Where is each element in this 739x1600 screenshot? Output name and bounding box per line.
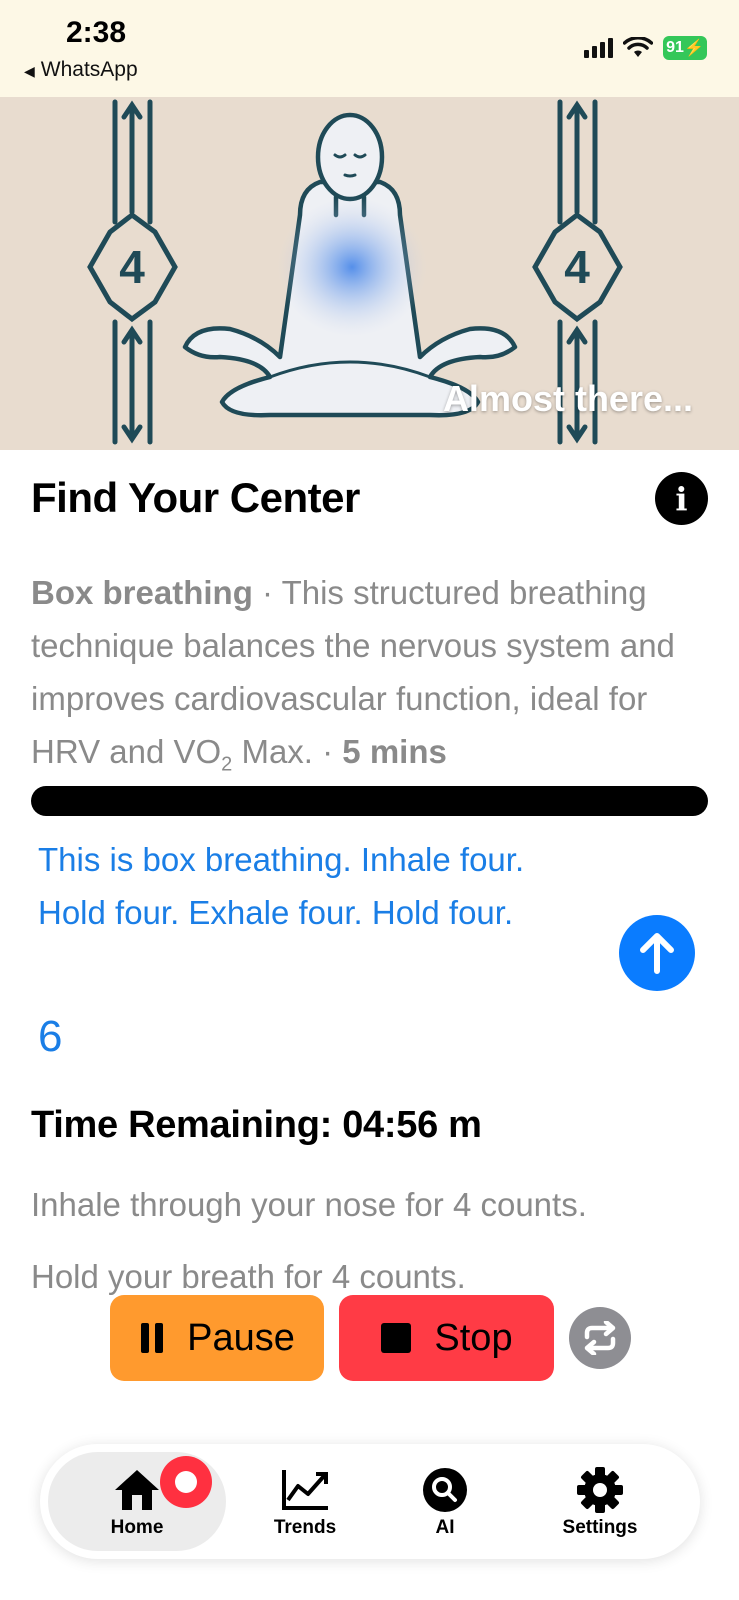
separator: · xyxy=(252,574,282,611)
hero-caption: Almost there... xyxy=(442,378,693,419)
back-app-label: WhatsApp xyxy=(40,58,138,81)
clock: 2:38 xyxy=(66,16,127,49)
tab-settings-label: Settings xyxy=(562,1516,638,1538)
session-progress-bar xyxy=(31,786,708,816)
tab-home-label: Home xyxy=(110,1516,164,1538)
hero-image: 4 4 Almost there... xyxy=(0,97,739,450)
repeat-button[interactable] xyxy=(569,1307,631,1369)
guidance-text: This is box breathing. Inhale four. Hold… xyxy=(38,841,525,931)
page-title: Find Your Center xyxy=(31,474,360,521)
description-end: Max. xyxy=(232,733,313,770)
duration: 5 mins xyxy=(342,733,447,770)
tab-trends[interactable]: Trends xyxy=(240,1444,370,1559)
tab-ai[interactable]: AI xyxy=(400,1444,490,1559)
description-subscript: 2 xyxy=(221,753,233,776)
hold-count-right: 4 xyxy=(564,241,590,293)
technique-name: Box breathing xyxy=(31,574,253,611)
pause-label: Pause xyxy=(187,1316,295,1359)
hold-count-left: 4 xyxy=(119,241,145,293)
time-remaining: Time Remaining: 04:56 m xyxy=(31,1104,482,1146)
instruction-step: Hold your breath for 4 counts. xyxy=(31,1258,466,1295)
wifi-icon xyxy=(623,37,653,57)
recording-indicator[interactable] xyxy=(160,1456,212,1508)
repeat-icon xyxy=(584,1321,616,1355)
status-bar: 2:38 ◀ WhatsApp 91 ⚡ xyxy=(0,0,739,97)
pause-button[interactable]: Pause xyxy=(110,1295,324,1381)
stop-icon xyxy=(380,1322,412,1354)
trends-icon xyxy=(282,1469,328,1510)
tab-bar: Home Trends AI Settings xyxy=(40,1444,700,1559)
home-icon xyxy=(115,1469,159,1510)
info-button[interactable]: i xyxy=(655,472,708,525)
session-header: Find Your Center i xyxy=(31,470,708,526)
pause-icon xyxy=(139,1321,165,1355)
stop-button[interactable]: Stop xyxy=(339,1295,554,1381)
battery-level: 91 xyxy=(666,39,684,56)
instruction-step: Inhale through your nose for 4 counts. xyxy=(31,1186,587,1223)
back-to-app-link[interactable]: ◀ WhatsApp xyxy=(24,58,138,82)
arrow-up-icon xyxy=(640,933,674,974)
gear-icon xyxy=(577,1466,623,1513)
tab-ai-label: AI xyxy=(435,1516,455,1538)
session-description: Box breathing · This structured breathin… xyxy=(31,566,721,792)
send-button[interactable] xyxy=(619,915,695,991)
search-icon xyxy=(423,1467,467,1512)
tab-settings[interactable]: Settings xyxy=(535,1444,665,1559)
back-arrow-icon: ◀ xyxy=(24,63,35,79)
breath-counter: 6 xyxy=(38,1012,63,1061)
tab-trends-label: Trends xyxy=(273,1516,337,1538)
cellular-signal-icon xyxy=(584,38,613,58)
record-icon xyxy=(175,1471,197,1493)
stop-label: Stop xyxy=(434,1316,513,1359)
battery-icon: 91 ⚡ xyxy=(663,36,707,60)
separator-2: · xyxy=(312,733,343,770)
system-icons: 91 ⚡ xyxy=(584,36,707,60)
info-icon: i xyxy=(675,479,688,518)
